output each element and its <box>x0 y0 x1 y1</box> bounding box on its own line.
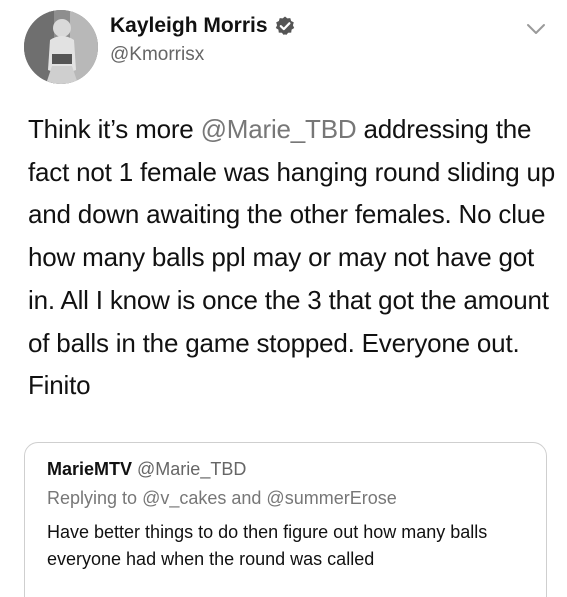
replying-user-link[interactable]: @v_cakes <box>142 488 226 508</box>
quoted-author-name[interactable]: MarieMTV <box>47 459 132 479</box>
replying-and: and <box>226 488 267 508</box>
quoted-tweet-card[interactable]: MarieMTV @Marie_TBD Replying to @v_cakes … <box>24 442 547 597</box>
author-handle[interactable]: @Kmorrisx <box>110 44 204 66</box>
replying-to-line: Replying to @v_cakes and @summerErose <box>47 488 397 509</box>
tweet-text-end: addressing the fact not 1 female was han… <box>28 114 556 401</box>
chevron-down-icon[interactable] <box>526 22 546 36</box>
verified-badge-icon <box>274 15 296 37</box>
avatar[interactable] <box>24 10 98 84</box>
tweet-text-start: Think it’s more <box>28 114 201 144</box>
quoted-author-handle[interactable]: @Marie_TBD <box>137 459 246 479</box>
tweet-text: Think it’s more @Marie_TBD addressing th… <box>28 108 558 407</box>
quoted-author-row: MarieMTV @Marie_TBD <box>47 459 246 480</box>
replying-user-link[interactable]: @summerErose <box>266 488 396 508</box>
avatar-photo <box>24 10 98 84</box>
mention-link[interactable]: @Marie_TBD <box>201 114 357 144</box>
tweet: Kayleigh Morris @Kmorrisx Think it’s mor… <box>0 0 567 597</box>
author-name-row[interactable]: Kayleigh Morris <box>110 14 296 38</box>
quoted-tweet-text: Have better things to do then figure out… <box>47 522 488 569</box>
replying-to-prefix: Replying to <box>47 488 143 508</box>
author-name[interactable]: Kayleigh Morris <box>110 14 268 38</box>
